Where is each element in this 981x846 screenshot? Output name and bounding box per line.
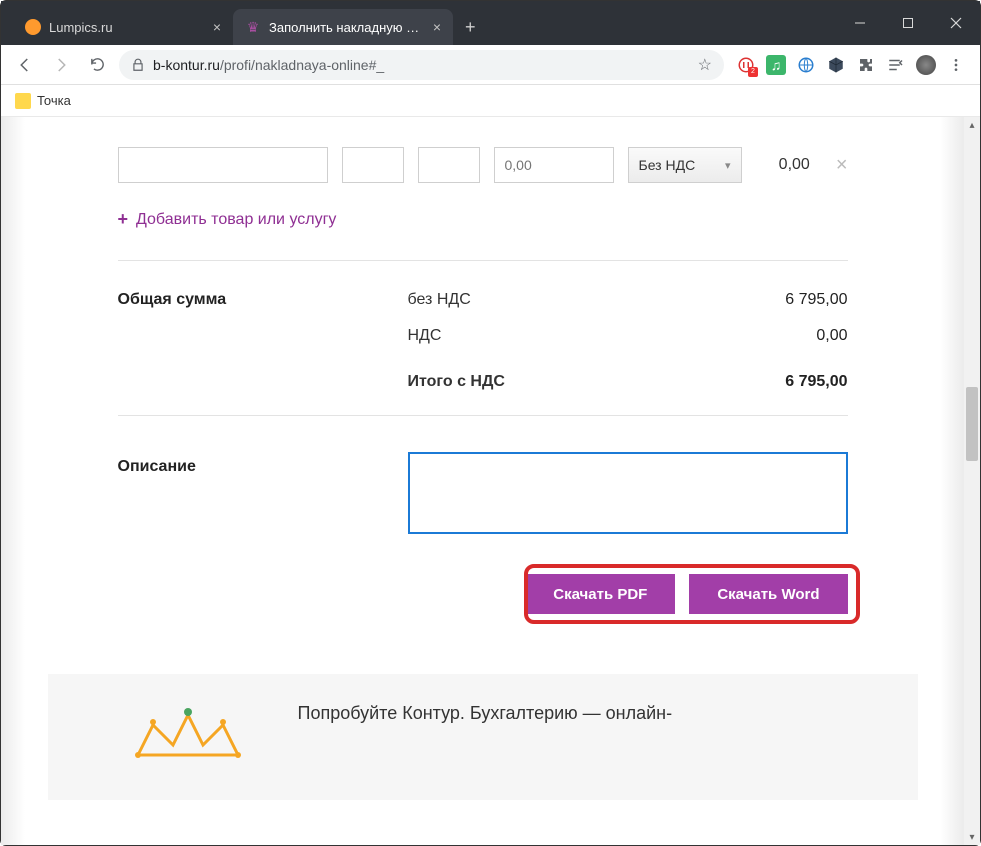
url-host: b-kontur.ru xyxy=(153,57,220,73)
minimize-button[interactable] xyxy=(836,1,884,45)
tab-title: Lumpics.ru xyxy=(49,20,205,35)
tab-nakladnaya[interactable]: ♛ Заполнить накладную ТОРГ-12 × xyxy=(233,9,453,45)
extension-icon-cube[interactable] xyxy=(826,55,846,75)
totals-novat-label: без НДС xyxy=(408,291,471,309)
menu-button[interactable] xyxy=(946,55,966,75)
item-name-input[interactable] xyxy=(118,147,328,183)
download-word-button[interactable]: Скачать Word xyxy=(689,574,847,614)
lock-icon xyxy=(131,58,145,72)
vat-select[interactable]: Без НДС ▾ xyxy=(628,147,742,183)
vat-select-value: Без НДС xyxy=(639,157,696,173)
extension-icons: 2 ♫ xyxy=(732,55,970,75)
totals-total-label: Итого с НДС xyxy=(408,373,505,391)
item-row: Без НДС ▾ 0,00 × xyxy=(48,147,918,183)
close-icon[interactable]: × xyxy=(213,19,221,35)
url-path: /profi/nakladnaya-online#_ xyxy=(220,57,384,73)
favicon-lumpics xyxy=(25,19,41,35)
browser-toolbar: b-kontur.ru/profi/nakladnaya-online#_ ☆ … xyxy=(1,45,980,85)
close-window-button[interactable] xyxy=(932,1,980,45)
scroll-down-icon[interactable]: ▾ xyxy=(964,829,980,845)
tab-lumpics[interactable]: Lumpics.ru × xyxy=(13,9,233,45)
download-buttons: Скачать PDF Скачать Word xyxy=(48,534,918,614)
tab-title: Заполнить накладную ТОРГ-12 xyxy=(269,20,425,35)
delete-row-icon[interactable]: × xyxy=(836,154,848,177)
item-price-input[interactable] xyxy=(494,147,614,183)
reload-button[interactable] xyxy=(83,51,111,79)
new-tab-button[interactable]: + xyxy=(453,9,488,45)
description-textarea[interactable] xyxy=(408,452,848,534)
row-total: 0,00 xyxy=(779,156,810,174)
bookmark-item[interactable]: Точка xyxy=(37,93,71,108)
extension-badge: 2 xyxy=(748,67,758,77)
extension-icon-1[interactable]: 2 xyxy=(736,55,756,75)
maximize-button[interactable] xyxy=(884,1,932,45)
back-button[interactable] xyxy=(11,51,39,79)
scrollbar[interactable]: ▴ ▾ xyxy=(964,117,980,845)
download-pdf-button[interactable]: Скачать PDF xyxy=(525,574,675,614)
add-item-link[interactable]: + Добавить товар или услугу xyxy=(118,209,918,230)
close-icon[interactable]: × xyxy=(433,19,441,35)
crown-illustration xyxy=(118,700,258,760)
address-bar[interactable]: b-kontur.ru/profi/nakladnaya-online#_ ☆ xyxy=(119,50,724,80)
reading-list-icon[interactable] xyxy=(886,55,906,75)
totals-section: Общая сумма без НДС 6 795,00 НДС 0,00 Ит… xyxy=(48,261,918,391)
totals-vat-value: 0,00 xyxy=(816,327,847,345)
profile-avatar[interactable] xyxy=(916,55,936,75)
bookmarks-bar: Точка xyxy=(1,85,980,117)
add-item-label: Добавить товар или услугу xyxy=(136,211,336,229)
scroll-thumb[interactable] xyxy=(966,387,978,461)
extension-icon-music[interactable]: ♫ xyxy=(766,55,786,75)
description-section: Описание xyxy=(48,416,918,534)
footer-promo: Попробуйте Контур. Бухгалтерию — онлайн- xyxy=(48,674,918,800)
bookmark-folder-icon xyxy=(15,93,31,109)
description-label: Описание xyxy=(118,452,388,534)
scroll-up-icon[interactable]: ▴ xyxy=(964,117,980,133)
tab-strip: Lumpics.ru × ♛ Заполнить накладную ТОРГ-… xyxy=(1,1,980,45)
item-qty-input[interactable] xyxy=(342,147,404,183)
page-viewport: Без НДС ▾ 0,00 × + Добавить товар или ус… xyxy=(1,117,980,845)
totals-vat-label: НДС xyxy=(408,327,442,345)
promo-text: Попробуйте Контур. Бухгалтерию — онлайн- xyxy=(298,700,673,726)
extensions-button[interactable] xyxy=(856,55,876,75)
window-controls xyxy=(836,1,980,45)
bookmark-star-icon[interactable]: ☆ xyxy=(698,55,712,75)
page-content: Без НДС ▾ 0,00 × + Добавить товар или ус… xyxy=(1,117,964,845)
plus-icon: + xyxy=(118,209,129,230)
favicon-crown: ♛ xyxy=(245,19,261,35)
item-unit-input[interactable] xyxy=(418,147,480,183)
totals-novat-value: 6 795,00 xyxy=(785,291,847,309)
extension-icon-globe[interactable] xyxy=(796,55,816,75)
forward-button[interactable] xyxy=(47,51,75,79)
totals-total-value: 6 795,00 xyxy=(785,373,847,391)
caret-down-icon: ▾ xyxy=(725,159,731,172)
totals-heading: Общая сумма xyxy=(118,291,408,309)
